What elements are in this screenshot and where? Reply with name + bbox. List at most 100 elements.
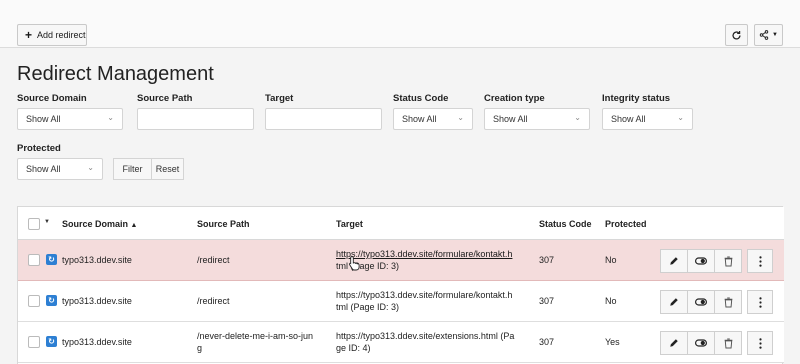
redirect-management-page: + Add redirect ▼ Redirect Management Sou… [0, 0, 800, 364]
cell-source-domain: typo313.ddev.site [62, 337, 132, 347]
target-text: https://typo313.ddev.site/extensions.htm… [336, 331, 515, 341]
row-actions [660, 290, 742, 314]
toggle-icon [695, 339, 707, 347]
filter-label-integrity-status: Integrity status [602, 93, 671, 104]
table-row[interactable]: ↻ typo313.ddev.site /redirect https://ty… [18, 240, 784, 281]
cell-source-path: /redirect [197, 296, 230, 306]
table-header: ▼ Source Domain ▲ Source Path Target Sta… [18, 207, 784, 240]
refresh-button[interactable] [725, 24, 748, 46]
source-path-input[interactable] [137, 108, 254, 130]
cell-status-code: 307 [539, 255, 555, 265]
cell-protected: Yes [605, 337, 620, 347]
filter-button[interactable]: Filter [113, 158, 152, 180]
domain-icon: ↻ [46, 295, 57, 306]
filter-label-target: Target [265, 93, 294, 104]
more-button[interactable] [747, 290, 773, 314]
page-title: Redirect Management [17, 63, 214, 85]
hand-cursor-icon [349, 256, 360, 271]
filter-label-status-code: Status Code [393, 93, 449, 104]
cell-target: https://typo313.ddev.site/formulare/kont… [336, 289, 512, 313]
column-header-target[interactable]: Target [336, 219, 363, 229]
caret-down-icon: ▼ [772, 32, 778, 38]
cell-source-domain: typo313.ddev.site [62, 296, 132, 306]
cell-protected: No [605, 255, 617, 265]
source-path-text: /never-delete-me-i-am-so-jun [197, 331, 314, 341]
domain-icon: ↻ [46, 254, 57, 265]
protected-select[interactable]: Show All ⌄ [17, 158, 103, 180]
filter-label-source-path: Source Path [137, 93, 193, 104]
column-header-source-path[interactable]: Source Path [197, 219, 250, 229]
creation-type-select[interactable]: Show All ⌄ [484, 108, 590, 130]
cell-status-code: 307 [539, 296, 555, 306]
source-domain-value: Show All [26, 114, 61, 124]
column-header-protected[interactable]: Protected [605, 219, 647, 229]
edit-icon [670, 339, 678, 347]
sort-asc-icon: ▲ [130, 222, 138, 229]
caret-down-icon[interactable]: ▼ [44, 219, 50, 225]
source-domain-select[interactable]: Show All ⌄ [17, 108, 123, 130]
more-button[interactable] [747, 331, 773, 355]
row-checkbox[interactable] [28, 295, 40, 307]
edit-button[interactable] [660, 290, 688, 314]
chevron-down-icon: ⌄ [107, 113, 114, 122]
column-header-source-domain[interactable]: Source Domain ▲ [62, 219, 137, 229]
table-row[interactable]: ↻ typo313.ddev.site /never-delete-me-i-a… [18, 322, 784, 363]
edit-icon [670, 257, 678, 265]
share-button[interactable]: ▼ [754, 24, 783, 46]
filter-label-source-domain: Source Domain [17, 93, 87, 104]
integrity-status-value: Show All [611, 114, 646, 124]
column-header-status-code[interactable]: Status Code [539, 219, 592, 229]
delete-button[interactable] [714, 290, 742, 314]
filter-label-protected: Protected [17, 143, 61, 154]
toggle-button[interactable] [687, 290, 715, 314]
toggle-icon [695, 298, 707, 306]
target-link[interactable]: https://typo313.ddev.site/formulare/kont… [336, 249, 512, 259]
target-input[interactable] [265, 108, 382, 130]
cell-source-path: /never-delete-me-i-am-so-jun g [197, 330, 313, 354]
row-actions [660, 249, 742, 273]
edit-button[interactable] [660, 331, 688, 355]
creation-type-value: Show All [493, 114, 528, 124]
row-checkbox[interactable] [28, 254, 40, 266]
share-icon [759, 30, 769, 40]
delete-icon [724, 256, 732, 266]
chevron-down-icon: ⌄ [574, 113, 581, 122]
status-code-value: Show All [402, 114, 437, 124]
integrity-status-select[interactable]: Show All ⌄ [602, 108, 693, 130]
target-text-cont: ge ID: 4) [336, 343, 371, 353]
more-icon [758, 296, 762, 308]
select-all-checkbox[interactable] [28, 218, 40, 230]
reset-button[interactable]: Reset [151, 158, 184, 180]
toggle-button[interactable] [687, 331, 715, 355]
chevron-down-icon: ⌄ [457, 113, 464, 122]
target-text-cont: tml (Page ID: 3) [336, 302, 400, 312]
cell-target: https://typo313.ddev.site/extensions.htm… [336, 330, 514, 354]
toggle-button[interactable] [687, 249, 715, 273]
edit-button[interactable] [660, 249, 688, 273]
edit-icon [670, 298, 678, 306]
chevron-down-icon: ⌄ [677, 113, 684, 122]
delete-icon [724, 338, 732, 348]
toggle-icon [695, 257, 707, 265]
add-redirect-button[interactable]: + Add redirect [17, 24, 87, 46]
cell-source-path: /redirect [197, 255, 230, 265]
top-toolbar: + Add redirect ▼ [0, 0, 800, 48]
refresh-icon [732, 30, 741, 40]
table-row[interactable]: ↻ typo313.ddev.site /redirect https://ty… [18, 281, 784, 322]
delete-icon [724, 297, 732, 307]
source-path-text-cont: g [197, 343, 203, 353]
delete-button[interactable] [714, 249, 742, 273]
domain-icon: ↻ [46, 336, 57, 347]
more-icon [758, 255, 762, 267]
more-icon [758, 337, 762, 349]
target-link-cont: tml (Page ID: 3) [336, 261, 400, 271]
cell-status-code: 307 [539, 337, 555, 347]
status-code-select[interactable]: Show All ⌄ [393, 108, 473, 130]
more-button[interactable] [747, 249, 773, 273]
plus-icon: + [25, 28, 33, 42]
add-redirect-label: Add redirect [37, 30, 86, 40]
delete-button[interactable] [714, 331, 742, 355]
redirects-table: ▼ Source Domain ▲ Source Path Target Sta… [17, 206, 784, 364]
row-checkbox[interactable] [28, 336, 40, 348]
protected-value: Show All [26, 164, 61, 174]
